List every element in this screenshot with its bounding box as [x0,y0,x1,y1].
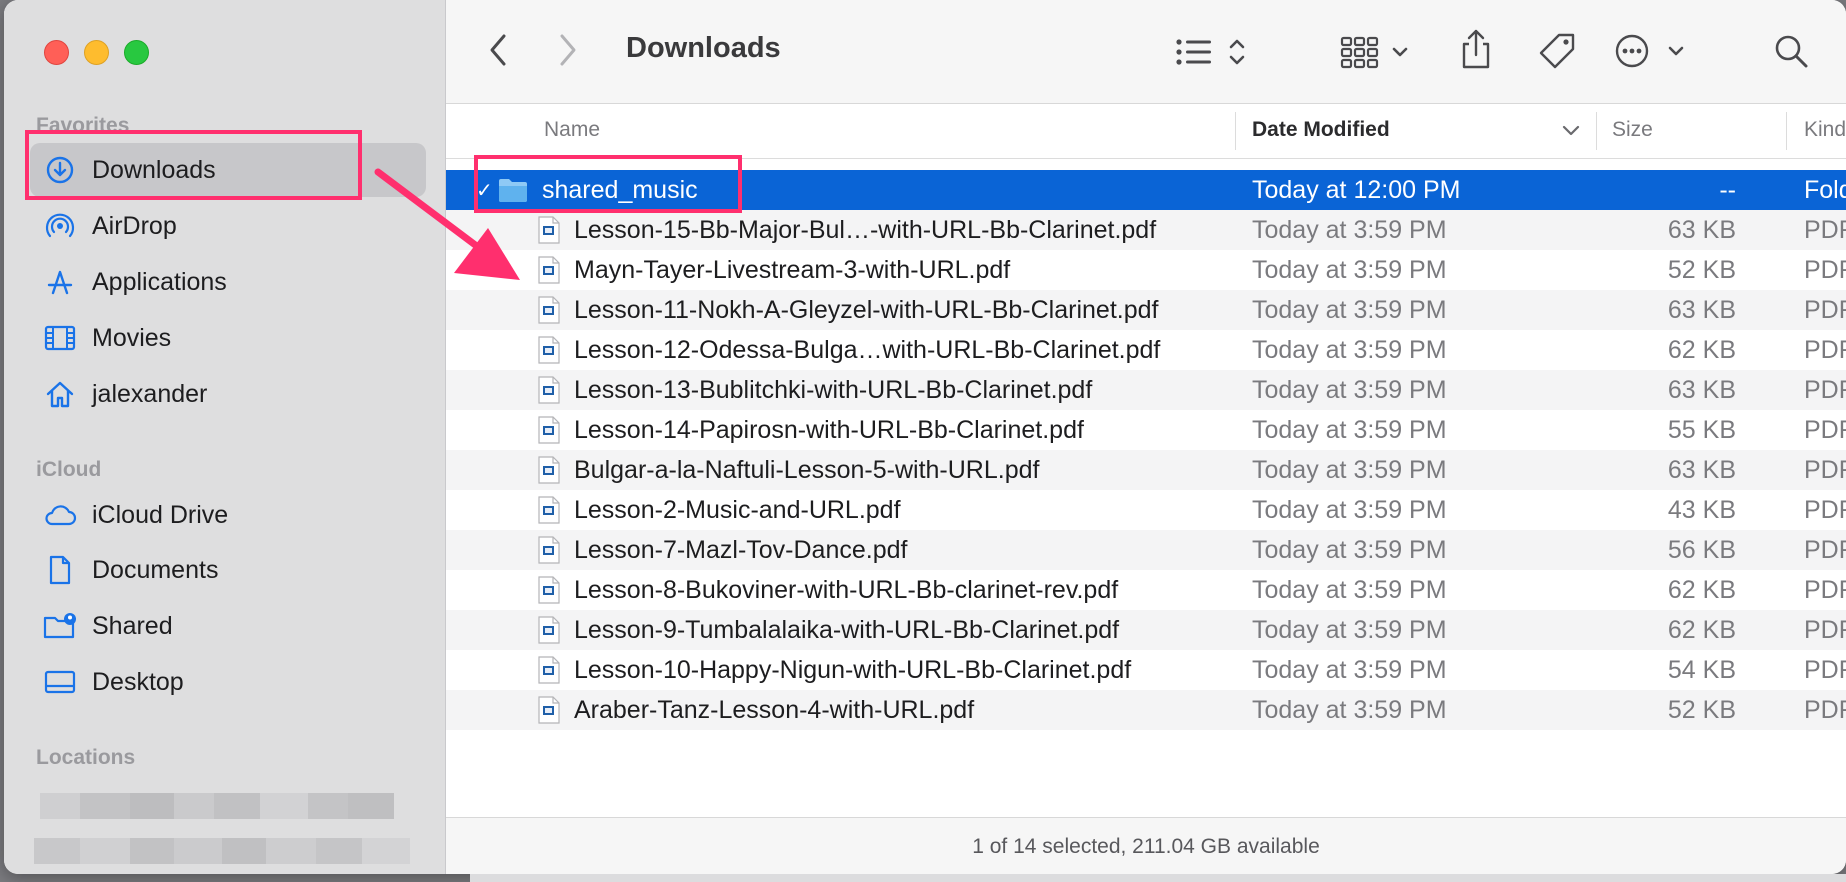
background-window-edge [470,874,1846,882]
annotation-arrow-icon [374,168,520,280]
